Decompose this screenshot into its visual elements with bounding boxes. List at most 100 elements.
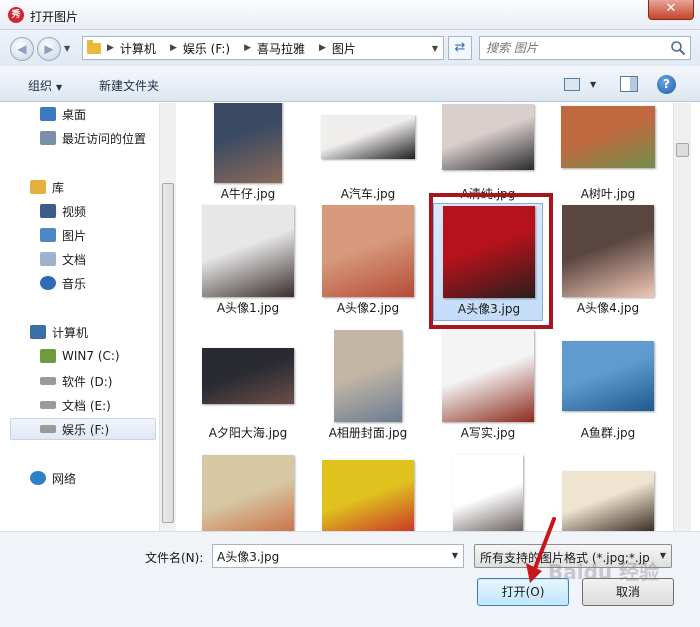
sidebar-item-label: 桌面 [62, 107, 87, 122]
sidebar-item-libraries[interactable]: 库 [30, 176, 177, 198]
sidebar-item-label: 娱乐 (F:) [62, 422, 110, 437]
file-item[interactable]: A树叶.jpg [553, 103, 663, 205]
file-list-scrollbar-thumb[interactable] [676, 143, 689, 157]
sidebar-item-label: 文档 (E:) [62, 398, 111, 413]
view-options-dropdown-icon[interactable]: ▼ [590, 80, 596, 89]
thumbnail-image [202, 455, 294, 531]
back-button[interactable]: ◀ [10, 37, 34, 61]
drive-icon [40, 377, 56, 385]
breadcrumb-separator-icon[interactable]: ▶ [244, 43, 251, 53]
thumbnail-image [562, 341, 654, 411]
command-toolbar: 组织 ▼ 新建文件夹 ▼ ? [0, 66, 700, 102]
file-list-scrollbar[interactable] [673, 103, 691, 531]
sidebar-item-videos[interactable]: 视频 [40, 200, 177, 222]
drive-c-icon [40, 349, 56, 363]
new-folder-button[interactable]: 新建文件夹 [99, 77, 159, 94]
sidebar-item-documents[interactable]: 文档 [40, 248, 177, 270]
file-item[interactable]: A牛仔.jpg [193, 103, 303, 205]
file-item[interactable] [193, 453, 303, 531]
refresh-button[interactable]: ⇄ [448, 36, 472, 60]
help-icon[interactable]: ? [657, 75, 676, 94]
sidebar-item-music[interactable]: 音乐 [40, 272, 177, 294]
thumbnail-image [321, 115, 415, 159]
file-name: A相册封面.jpg [328, 426, 408, 440]
sidebar-item-drive-c[interactable]: WIN7 (C:) [40, 345, 177, 367]
videos-icon [40, 204, 56, 218]
documents-icon [40, 252, 56, 266]
sidebar-item-computer[interactable]: 计算机 [30, 321, 177, 343]
sidebar-scrollbar[interactable] [159, 103, 176, 531]
sidebar-item-label: 图片 [62, 228, 87, 243]
organize-button[interactable]: 组织 ▼ [28, 77, 62, 94]
file-item[interactable]: A夕阳大海.jpg [193, 328, 303, 444]
navigation-pane: 桌面 最近访问的位置 库 视频 图片 文档 音乐 计算机 WIN7 (C:) 软… [0, 103, 177, 531]
file-thumbnail [433, 328, 543, 424]
breadcrumb-separator-icon[interactable]: ▶ [107, 43, 114, 53]
change-view-icon[interactable] [564, 78, 580, 91]
file-thumbnail [433, 103, 543, 185]
sidebar-item-label: 最近访问的位置 [62, 131, 147, 146]
breadcrumb-current[interactable]: 图片 [332, 40, 356, 57]
sidebar-item-label: 库 [52, 180, 65, 195]
file-item[interactable]: A清纯.jpg [433, 103, 543, 205]
breadcrumb[interactable]: ▶ 计算机 ▶ 娱乐 (F:) ▶ 喜马拉雅 ▶ 图片 ▼ [82, 36, 444, 60]
history-dropdown-icon[interactable]: ▼ [64, 44, 70, 53]
sidebar-item-label: 视频 [62, 204, 87, 219]
search-input[interactable] [480, 37, 660, 59]
search-box[interactable] [479, 36, 691, 60]
thumbnail-image [442, 330, 534, 422]
thumbnail-image [561, 106, 655, 168]
file-name: A夕阳大海.jpg [208, 426, 288, 440]
sidebar-item-desktop[interactable]: 桌面 [40, 103, 177, 125]
recent-places-icon [40, 131, 56, 145]
thumbnail-image [453, 455, 523, 531]
filename-label: 文件名(N): [145, 551, 204, 565]
sidebar-item-label: 音乐 [62, 276, 87, 291]
chevron-down-icon[interactable]: ▼ [452, 551, 458, 560]
preview-pane-icon[interactable] [620, 76, 638, 92]
address-bar: ◀ ▶ ▼ ▶ 计算机 ▶ 娱乐 (F:) ▶ 喜马拉雅 ▶ 图片 ▼ ⇄ [0, 30, 700, 66]
close-button[interactable]: ✕ [648, 0, 694, 20]
file-thumbnail [313, 203, 423, 299]
file-thumbnail [553, 103, 663, 185]
breadcrumb-separator-icon[interactable]: ▶ [319, 43, 326, 53]
file-name: A写实.jpg [460, 426, 516, 440]
computer-icon [30, 325, 46, 339]
breadcrumb-folder[interactable]: 喜马拉雅 [257, 40, 305, 57]
file-item[interactable]: A头像4.jpg [553, 203, 663, 319]
file-list: A牛仔.jpg A汽车.jpg A清纯.jpg A树叶.jpg A头像1.jpg A头像2… [177, 103, 673, 531]
file-item[interactable] [313, 453, 423, 531]
sidebar-item-drive-d[interactable]: 软件 (D:) [40, 370, 177, 392]
file-item[interactable]: A相册封面.jpg [313, 328, 423, 444]
breadcrumb-drive[interactable]: 娱乐 (F:) [183, 40, 230, 57]
file-item[interactable]: A头像2.jpg [313, 203, 423, 319]
file-item[interactable]: A汽车.jpg [313, 103, 423, 205]
sidebar-item-drive-e[interactable]: 文档 (E:) [40, 394, 177, 416]
filename-input[interactable] [213, 545, 439, 567]
sidebar-item-network[interactable]: 网络 [30, 467, 177, 489]
thumbnail-image [562, 205, 654, 297]
chevron-down-icon: ▼ [56, 83, 63, 92]
forward-button[interactable]: ▶ [37, 37, 61, 61]
file-item[interactable] [553, 453, 663, 531]
sidebar-item-label: WIN7 (C:) [62, 349, 120, 363]
folder-icon [87, 39, 101, 54]
file-name: A鱼群.jpg [580, 426, 636, 440]
sidebar-scrollbar-thumb[interactable] [162, 183, 174, 523]
sidebar-item-drive-f[interactable]: 娱乐 (F:) [10, 418, 156, 440]
thumbnail-image [442, 104, 534, 170]
file-item[interactable]: A鱼群.jpg [553, 328, 663, 444]
breadcrumb-separator-icon[interactable]: ▶ [170, 43, 177, 53]
file-thumbnail [313, 103, 423, 185]
chevron-down-icon[interactable]: ▼ [660, 551, 666, 560]
breadcrumb-computer[interactable]: 计算机 [120, 40, 156, 57]
search-icon[interactable] [670, 40, 686, 56]
sidebar-item-label: 软件 (D:) [62, 374, 113, 389]
file-item[interactable]: A写实.jpg [433, 328, 543, 444]
address-dropdown-icon[interactable]: ▼ [432, 44, 438, 53]
title-bar: 秀 打开图片 ✕ [0, 0, 700, 30]
sidebar-item-recent-places[interactable]: 最近访问的位置 [40, 127, 177, 149]
sidebar-item-pictures[interactable]: 图片 [40, 224, 177, 246]
file-item[interactable]: A头像1.jpg [193, 203, 303, 319]
filename-combobox[interactable]: ▼ [212, 544, 464, 568]
